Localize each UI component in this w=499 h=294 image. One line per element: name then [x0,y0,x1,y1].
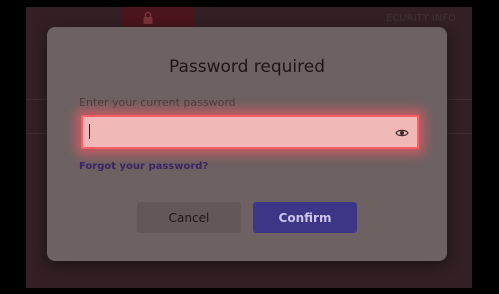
dialog-title: Password required [168,57,326,77]
password-input[interactable] [89,122,379,142]
confirm-button[interactable]: Confirm [253,202,357,233]
screen: ECURITY INFO Password required Enter you… [0,0,499,294]
forgot-password-link[interactable]: Forgot your password? [79,161,208,172]
password-field-container[interactable] [81,115,419,149]
cancel-button[interactable]: Cancel [137,202,241,233]
password-dialog: Password required Enter your current pas… [47,27,447,261]
text-caret [89,124,90,139]
password-field-label: Enter your current password [79,96,236,109]
eye-icon[interactable] [395,125,409,139]
